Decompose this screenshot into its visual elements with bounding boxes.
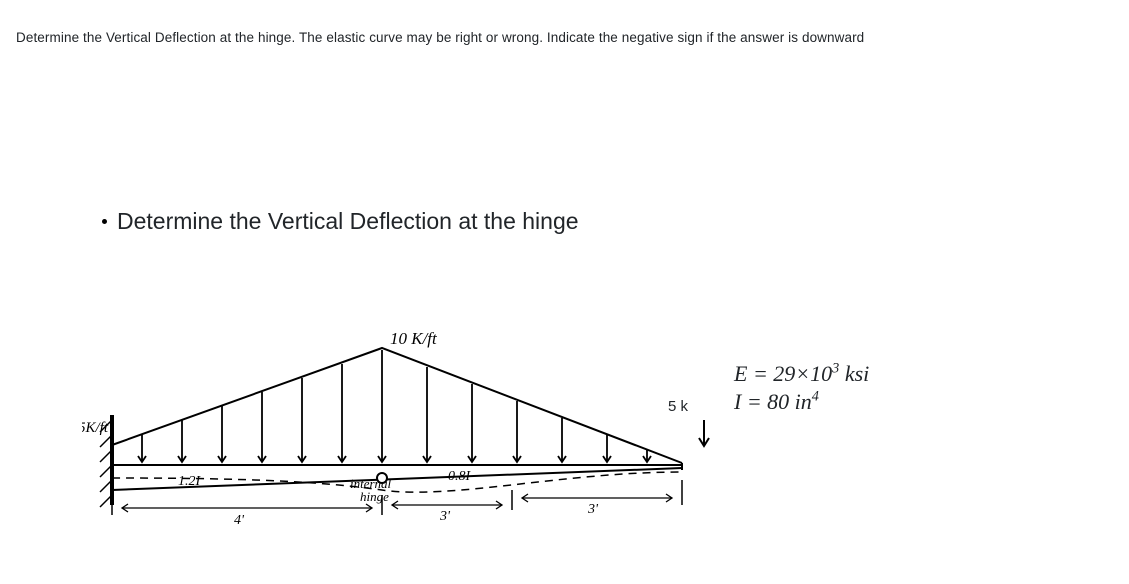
E-value: 29×10 (773, 361, 832, 386)
I-label: I = (734, 389, 762, 414)
beam-figure: 10 K/ft 5K/ft 1.2I internal hinge 0.8I 4… (82, 330, 742, 530)
span-c-label: 3' (587, 502, 599, 517)
left-reaction-label: 5K/ft (82, 420, 109, 436)
problem-page: Determine the Vertical Deflection at the… (0, 0, 1129, 584)
problem-heading-text: Determine the Vertical Deflection at the… (117, 208, 579, 235)
problem-instruction: Determine the Vertical Deflection at the… (16, 30, 864, 45)
span-b-label: 3' (439, 509, 451, 524)
point-load-label: 5 k (668, 398, 688, 415)
E-exponent: 3 (832, 361, 839, 377)
span-a-label: 4' (234, 513, 245, 528)
dist-load-label: 10 K/ft (390, 330, 438, 348)
modulus-row: E = 29×103 ksi (734, 360, 869, 388)
stiffness-right-label: 0.8I (448, 469, 472, 484)
bullet-icon (102, 219, 107, 224)
problem-heading: Determine the Vertical Deflection at the… (102, 208, 579, 235)
I-exponent: 4 (812, 388, 819, 404)
I-value: 80 in (767, 389, 812, 414)
E-unit: ksi (845, 361, 869, 386)
hinge-label-line2: hinge (360, 489, 389, 504)
material-properties: E = 29×103 ksi I = 80 in4 (734, 360, 869, 415)
point-load-arrow-icon (694, 418, 714, 450)
stiffness-left-label: 1.2I (178, 474, 202, 489)
inertia-row: I = 80 in4 (734, 388, 869, 416)
E-label: E = (734, 361, 768, 386)
